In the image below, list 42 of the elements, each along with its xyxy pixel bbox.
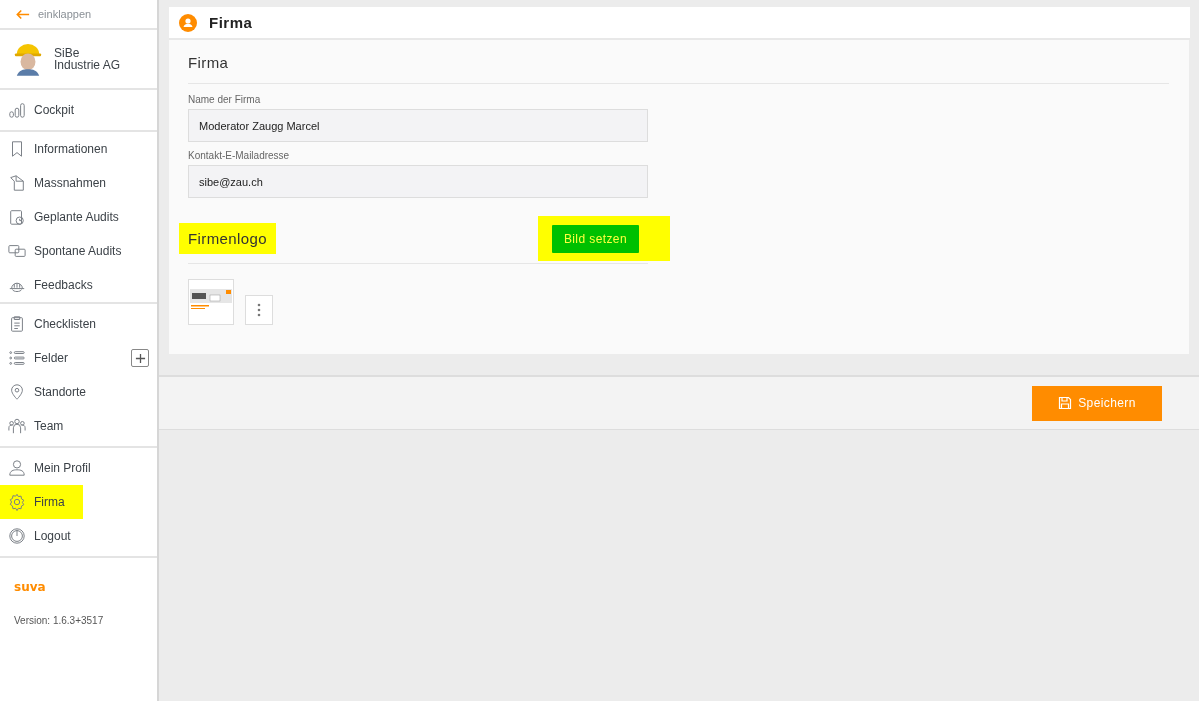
plus-icon [134,352,146,364]
more-vertical-icon [257,303,261,317]
page-title: Firma [209,14,253,31]
input-field[interactable]: Moderator Zaugg Marcel [188,109,648,142]
nav-item[interactable]: Cockpit [0,93,92,127]
user-circle-icon [179,13,197,32]
section-title: Firma [188,54,230,71]
bar-chart-icon [8,101,26,119]
add-button[interactable] [131,349,149,367]
chat-bubbles-icon [8,242,26,260]
nav-item[interactable]: Standorte [0,375,105,409]
nav-item[interactable]: Feedbacks [0,268,111,302]
document-pen-icon [8,174,26,192]
clipboard-clock-icon [8,208,26,226]
section-title: Firmenlogo [179,223,277,254]
nav-item[interactable]: Firma [0,485,83,519]
person-icon [8,459,26,477]
nav-item[interactable]: Checklisten [0,307,115,341]
nav-item[interactable]: Geplante Audits [0,200,137,234]
field-label: Name der Firma [188,94,262,105]
location-pin-icon [8,383,26,401]
nav-item[interactable]: Mein Profil [0,451,109,485]
profile-name: SiBe [54,47,81,59]
nav-item[interactable]: Logout [0,519,89,553]
nav-item[interactable]: Team [0,409,82,443]
arrow-left-icon [16,8,30,20]
power-icon [8,527,26,545]
version-text: Version: 1.6.3+3517 [13,614,105,626]
nav-item[interactable]: Informationen [0,132,126,166]
nav-item[interactable]: Spontane Audits [0,234,140,268]
logo-thumbnail [188,279,234,325]
clipboard-icon [8,315,26,333]
gear-icon [8,493,26,511]
people-icon [8,417,26,435]
field-label: Kontakt-E-Mailadresse [188,150,291,161]
input-field[interactable]: sibe@zau.ch [188,165,648,198]
profile-company: Industrie AG [54,59,121,71]
nav-item[interactable]: Massnahmen [0,166,125,200]
list-icon [8,349,26,367]
avatar-icon [14,41,42,77]
nav-item[interactable]: Felder [0,341,86,375]
brand-logo: suva [13,579,47,594]
